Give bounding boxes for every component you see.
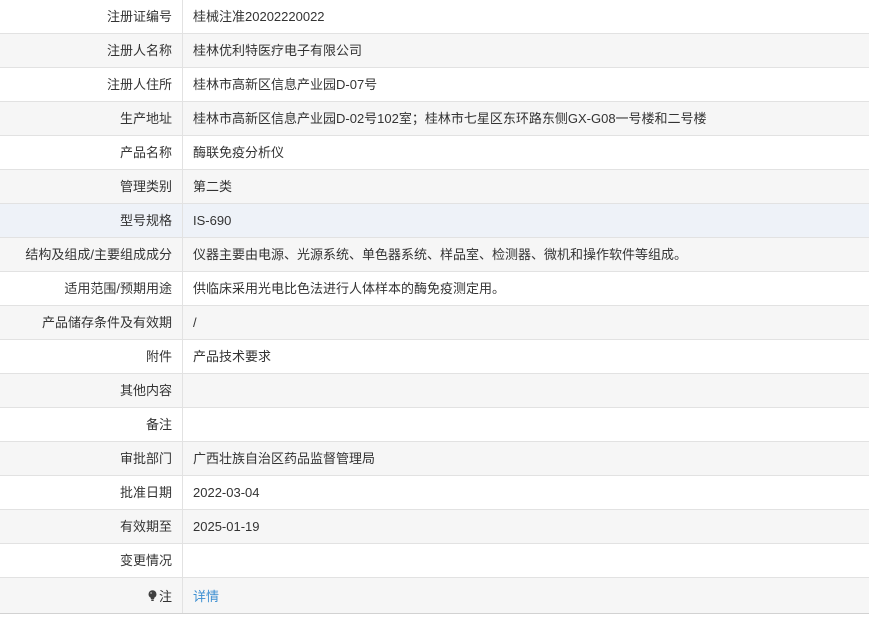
field-label: 有效期至 xyxy=(0,510,183,543)
row-valid-until: 有效期至 2025-01-19 xyxy=(0,510,869,544)
field-label: 型号规格 xyxy=(0,204,183,237)
lightbulb-icon xyxy=(148,579,157,601)
field-value: 广西壮族自治区药品监督管理局 xyxy=(193,451,376,466)
field-label: 注册人住所 xyxy=(0,68,183,101)
field-value: 仪器主要由电源、光源系统、单色器系统、样品室、检测器、微机和操作软件等组成。 xyxy=(193,247,688,262)
row-approval-department: 审批部门 广西壮族自治区药品监督管理局 xyxy=(0,442,869,476)
row-registrant-address: 注册人住所 桂林市高新区信息产业园D-07号 xyxy=(0,68,869,102)
field-label: 批准日期 xyxy=(0,476,183,509)
row-scope-intended-use: 适用范围/预期用途 供临床采用光电比色法进行人体样本的酶免疫测定用。 xyxy=(0,272,869,306)
row-approval-date: 批准日期 2022-03-04 xyxy=(0,476,869,510)
field-value: 详情 xyxy=(183,578,869,613)
row-other-content: 其他内容 xyxy=(0,374,869,408)
field-label: 审批部门 xyxy=(0,442,183,475)
field-value xyxy=(183,408,869,441)
field-value xyxy=(183,544,869,577)
field-value: / xyxy=(193,315,197,330)
field-label: 管理类别 xyxy=(0,170,183,203)
row-storage-validity: 产品储存条件及有效期 / xyxy=(0,306,869,340)
registration-detail-table: 注册证编号 桂械注准20202220022 注册人名称 桂林优利特医疗电子有限公… xyxy=(0,0,869,614)
field-value: 第二类 xyxy=(193,179,233,194)
field-label: 生产地址 xyxy=(0,102,183,135)
field-value: IS-690 xyxy=(193,213,232,228)
field-label: 备注 xyxy=(0,408,183,441)
row-model-spec: 型号规格 IS-690 xyxy=(0,204,869,238)
row-management-category: 管理类别 第二类 xyxy=(0,170,869,204)
field-label: 结构及组成/主要组成成分 xyxy=(0,238,183,271)
field-label: 产品储存条件及有效期 xyxy=(0,306,183,339)
field-label: 变更情况 xyxy=(0,544,183,577)
field-value: 酶联免疫分析仪 xyxy=(193,145,285,160)
field-value xyxy=(183,374,869,407)
row-attachment: 附件 产品技术要求 xyxy=(0,340,869,374)
field-label: 注册人名称 xyxy=(0,34,183,67)
row-registration-number: 注册证编号 桂械注准20202220022 xyxy=(0,0,869,34)
field-label: 附件 xyxy=(0,340,183,373)
row-change-status: 变更情况 xyxy=(0,544,869,578)
row-note: 注 详情 xyxy=(0,578,869,614)
details-link[interactable]: 详情 xyxy=(193,589,219,604)
row-registrant-name: 注册人名称 桂林优利特医疗电子有限公司 xyxy=(0,34,869,68)
field-value: 供临床采用光电比色法进行人体样本的酶免疫测定用。 xyxy=(193,281,506,296)
field-value: 桂林市高新区信息产业园D-02号102室；桂林市七星区东环路东侧GX-G08一号… xyxy=(193,111,707,126)
note-label: 注 xyxy=(158,589,172,604)
field-value: 产品技术要求 xyxy=(193,349,272,364)
field-label: 注 xyxy=(0,578,183,613)
field-value: 2022-03-04 xyxy=(193,485,260,500)
row-product-name: 产品名称 酶联免疫分析仪 xyxy=(0,136,869,170)
field-label: 注册证编号 xyxy=(0,0,183,33)
field-label: 适用范围/预期用途 xyxy=(0,272,183,305)
row-remarks: 备注 xyxy=(0,408,869,442)
field-label: 其他内容 xyxy=(0,374,183,407)
field-value: 桂械注准20202220022 xyxy=(193,9,325,24)
field-value: 桂林市高新区信息产业园D-07号 xyxy=(193,77,378,92)
field-value: 2025-01-19 xyxy=(193,519,260,534)
field-label: 产品名称 xyxy=(0,136,183,169)
field-value: 桂林优利特医疗电子有限公司 xyxy=(193,43,363,58)
row-structure-composition: 结构及组成/主要组成成分 仪器主要由电源、光源系统、单色器系统、样品室、检测器、… xyxy=(0,238,869,272)
row-production-address: 生产地址 桂林市高新区信息产业园D-02号102室；桂林市七星区东环路东侧GX-… xyxy=(0,102,869,136)
